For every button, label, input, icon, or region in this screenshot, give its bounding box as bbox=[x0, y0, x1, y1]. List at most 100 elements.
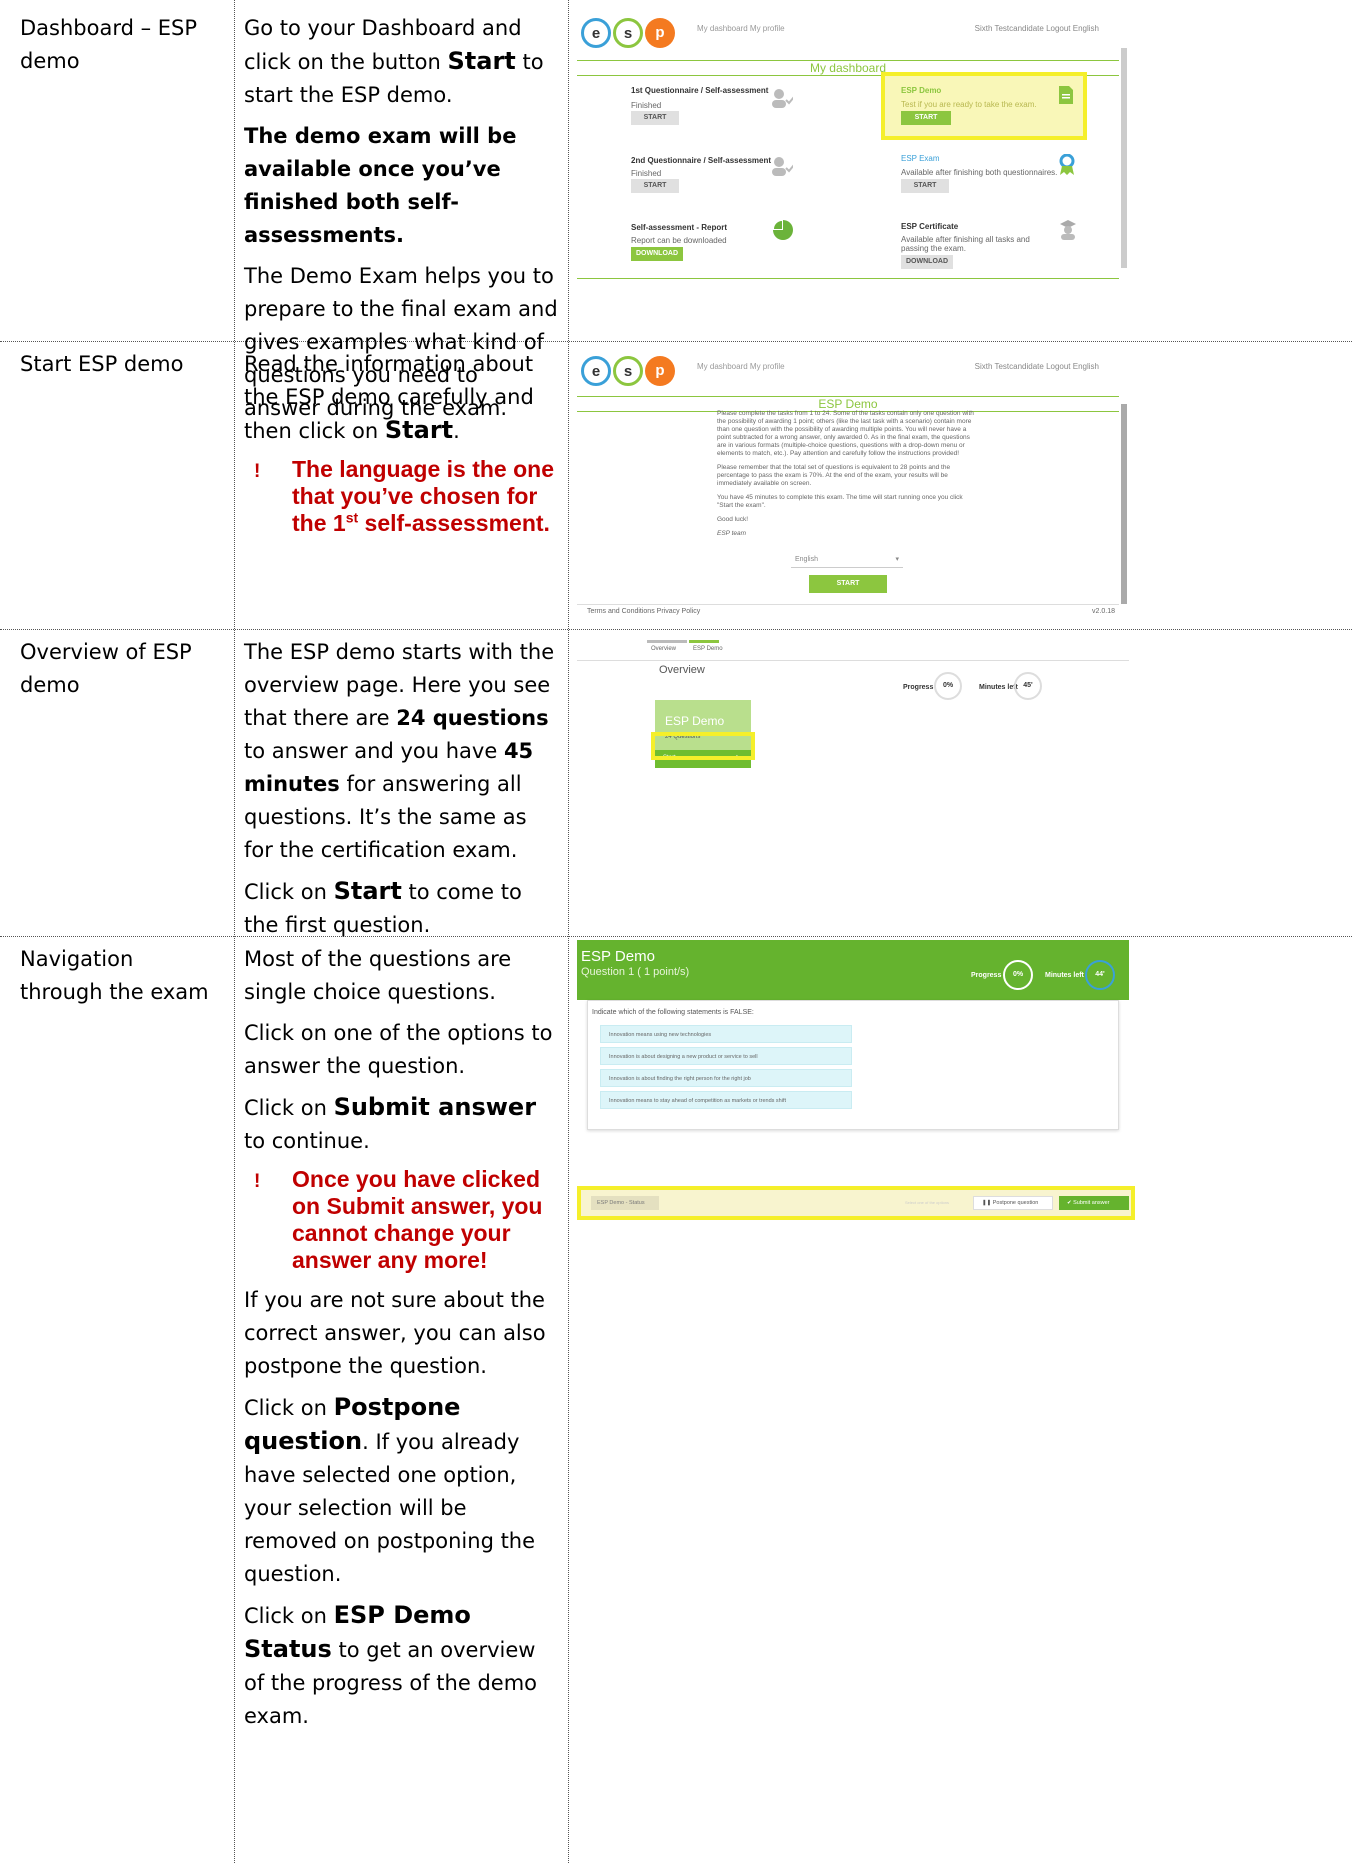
tab-indicator bbox=[689, 640, 719, 643]
row-divider bbox=[0, 341, 1352, 342]
text: self-assessment. bbox=[358, 510, 550, 536]
chevron-down-icon: ▾ bbox=[895, 556, 899, 563]
text: Please remember that the total set of qu… bbox=[717, 464, 951, 487]
paragraph: The demo exam will be available once you… bbox=[244, 120, 560, 252]
award-icon bbox=[1059, 153, 1075, 176]
card-title: Self-assessment - Report bbox=[631, 223, 728, 232]
progress-indicator: 0% bbox=[934, 672, 962, 700]
text: to answer and you have bbox=[244, 739, 504, 763]
main-nav[interactable]: My dashboard My profile bbox=[697, 24, 785, 33]
footer-links[interactable]: Terms and Conditions Privacy Policy bbox=[587, 608, 700, 615]
text: Click on bbox=[244, 1096, 334, 1120]
user-menu[interactable]: Sixth Testcandidate Logout English bbox=[975, 24, 1099, 33]
demo-intro-screenshot: e s p My dashboard My profile Sixth Test… bbox=[577, 346, 1129, 618]
step-label: Overview of ESP demo bbox=[20, 640, 192, 697]
pause-icon: ❚❚ bbox=[982, 1200, 993, 1206]
logo-p-icon: p bbox=[645, 356, 675, 386]
card-title: ESP Certificate bbox=[901, 222, 959, 231]
scrollbar[interactable] bbox=[1121, 404, 1127, 604]
answer-option[interactable]: Innovation means using new technologies bbox=[600, 1025, 852, 1043]
text: . bbox=[453, 419, 460, 443]
bottom-action-bar: ESP Demo - Status Select one of the opti… bbox=[577, 1186, 1135, 1220]
minutes-indicator: 45' bbox=[1014, 672, 1042, 700]
text: to continue. bbox=[244, 1129, 370, 1153]
row-divider bbox=[0, 629, 1352, 630]
status-button[interactable]: ESP Demo - Status bbox=[591, 1196, 659, 1210]
submit-label: Submit answer bbox=[1073, 1200, 1110, 1206]
start-button[interactable]: START bbox=[901, 179, 949, 193]
graduate-icon bbox=[1059, 220, 1077, 240]
esp-logo: e s p bbox=[581, 18, 677, 48]
postpone-button[interactable]: ❚❚ Postpone question bbox=[973, 1196, 1053, 1210]
question-card: Indicate which of the following statemen… bbox=[587, 1000, 1119, 1130]
text: Please complete the tasks from 1 to 24. … bbox=[717, 410, 974, 457]
divider bbox=[577, 278, 1119, 279]
paragraph: Click on Start to come to the first ques… bbox=[244, 875, 560, 942]
card-title: 2nd Questionnaire / Self-assessment bbox=[631, 156, 772, 165]
minutes-label: Minutes left bbox=[979, 684, 1018, 691]
start-keyword: Start bbox=[333, 877, 402, 905]
download-button[interactable]: DOWNLOAD bbox=[631, 247, 683, 261]
instructions-text: Please complete the tasks from 1 to 24. … bbox=[717, 410, 977, 538]
pie-chart-icon bbox=[773, 220, 793, 240]
instruction-table: Dashboard – ESP demo Go to your Dashboar… bbox=[0, 0, 1352, 1863]
download-button[interactable]: DOWNLOAD bbox=[901, 255, 953, 269]
language-select[interactable]: English ▾ bbox=[791, 553, 903, 568]
dashboard-screenshot: e s p My dashboard My profile Sixth Test… bbox=[577, 8, 1129, 288]
card-title: ESP Demo bbox=[665, 714, 725, 728]
version-label: v2.0.18 bbox=[1092, 608, 1115, 615]
warning-note: ! Once you have clicked on Submit answer… bbox=[244, 1166, 560, 1274]
start-button[interactable]: START bbox=[631, 179, 679, 193]
esp-logo: e s p bbox=[581, 356, 677, 386]
submit-button[interactable]: ✔ Submit answer bbox=[1059, 1196, 1129, 1210]
card-status: Report can be downloaded bbox=[631, 236, 727, 245]
text: 24 questions bbox=[396, 706, 549, 730]
answer-option[interactable]: Innovation is about finding the right pe… bbox=[600, 1069, 852, 1087]
card-status: Finished bbox=[631, 169, 662, 178]
text: Click on bbox=[244, 880, 334, 904]
tab-overview[interactable]: Overview bbox=[651, 646, 676, 652]
scrollbar[interactable] bbox=[1121, 48, 1127, 268]
start-button[interactable]: START bbox=[809, 575, 887, 593]
warning-note: ! The language is the one that you’ve ch… bbox=[244, 456, 560, 537]
card-status: Finished bbox=[631, 101, 662, 110]
highlight-box bbox=[881, 72, 1087, 140]
question-number: Question 1 ( 1 point/s) bbox=[581, 966, 690, 978]
start-button[interactable]: START bbox=[631, 111, 679, 125]
start-keyword: Start bbox=[447, 47, 516, 75]
paragraph: Go to your Dashboard and click on the bu… bbox=[244, 12, 560, 112]
tab-esp-demo[interactable]: ESP Demo bbox=[693, 646, 723, 652]
exam-header: ESP Demo Question 1 ( 1 point/s) Progres… bbox=[577, 940, 1129, 1000]
step-label: Dashboard – ESP demo bbox=[20, 16, 198, 73]
card-status: Available after finishing both questionn… bbox=[901, 168, 1058, 177]
card-title: ESP Exam bbox=[901, 154, 940, 163]
column-divider bbox=[568, 0, 569, 1863]
text: Good luck! bbox=[717, 516, 749, 523]
text: Click on bbox=[244, 1396, 334, 1420]
step-description: The ESP demo starts with the overview pa… bbox=[244, 636, 560, 950]
minutes-label: Minutes left bbox=[1045, 972, 1084, 979]
start-keyword: Start bbox=[384, 416, 454, 444]
overview-screenshot: Overview ESP Demo Overview Progress 0% M… bbox=[577, 634, 1129, 904]
text: You have 45 minutes to complete this exa… bbox=[717, 494, 963, 509]
main-nav[interactable]: My dashboard My profile bbox=[697, 362, 785, 371]
paragraph: If you are not sure about the correct an… bbox=[244, 1288, 546, 1378]
logo-e-icon: e bbox=[581, 356, 611, 386]
answer-option[interactable]: Innovation means to stay ahead of compet… bbox=[600, 1091, 852, 1109]
user-check-icon bbox=[771, 156, 795, 176]
user-check-icon bbox=[771, 88, 795, 108]
user-menu[interactable]: Sixth Testcandidate Logout English bbox=[975, 362, 1099, 371]
logo-s-icon: s bbox=[613, 356, 643, 386]
step-label: Navigation through the exam bbox=[20, 947, 209, 1004]
warning-icon: ! bbox=[254, 1171, 261, 1192]
step-description: Most of the questions are single choice … bbox=[244, 943, 560, 1741]
paragraph: Click on Submit answer to continue. bbox=[244, 1091, 560, 1158]
paragraph: Click on Postpone question. If you alrea… bbox=[244, 1391, 560, 1591]
paragraph: Click on ESP Demo Status to get an overv… bbox=[244, 1599, 560, 1733]
text: ESP team bbox=[717, 530, 747, 537]
exam-title: ESP Demo bbox=[581, 948, 655, 965]
answer-option[interactable]: Innovation is about designing a new prod… bbox=[600, 1047, 852, 1065]
availability-note: The demo exam will be available once you… bbox=[244, 124, 517, 247]
selected-language: English bbox=[795, 556, 818, 563]
paragraph: The ESP demo starts with the overview pa… bbox=[244, 636, 560, 867]
